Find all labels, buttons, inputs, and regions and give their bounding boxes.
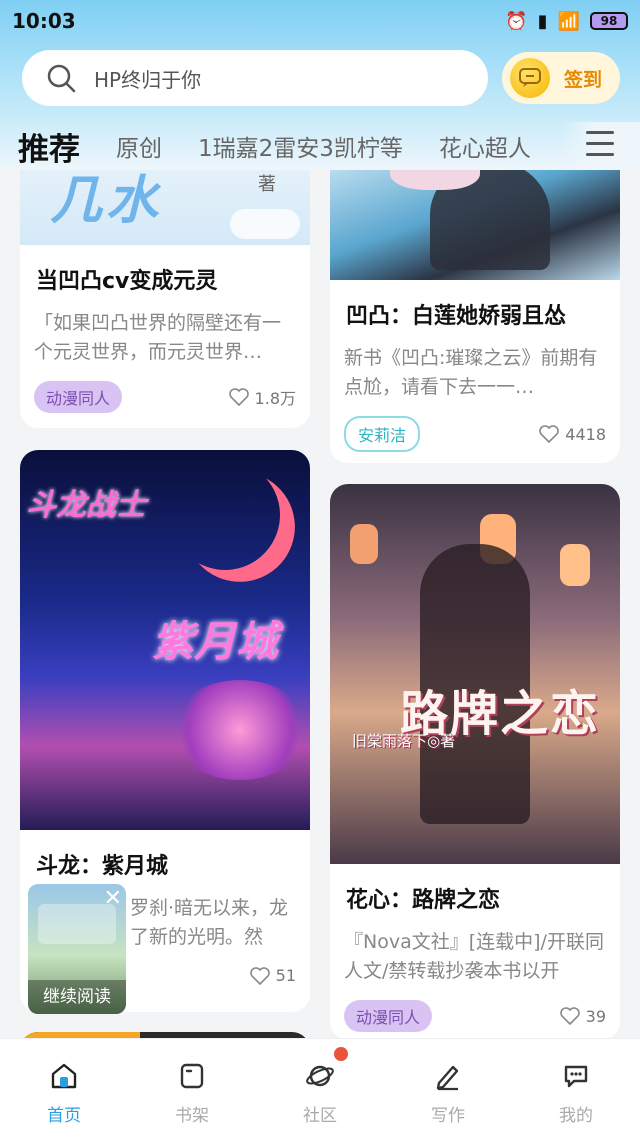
bookshelf-icon xyxy=(180,1063,204,1089)
continue-reading-widget[interactable]: ✕ 继续阅读 xyxy=(28,884,126,1014)
nav-bookshelf[interactable]: 书架 xyxy=(128,1039,256,1138)
book-desc: 『Nova文社』[连载中]/开联同人文/禁转载抄袭本书以开 xyxy=(344,931,604,982)
book-cover: 斗龙战士 紫月城 xyxy=(20,450,310,830)
likes[interactable]: 4418 xyxy=(539,425,606,444)
cover-subtitle: 旧棠雨落下◎著 xyxy=(352,732,456,750)
category-tabs: 推荐 原创 1瑞嘉2雷安3凯柠等 花心超人 xyxy=(0,122,640,170)
book-title: 斗龙：紫月城 xyxy=(36,854,169,879)
likes[interactable]: 51 xyxy=(249,966,296,985)
notification-badge xyxy=(334,1047,348,1061)
book-cover: 路牌之恋 旧棠雨落下◎著 xyxy=(330,484,620,864)
nav-home[interactable]: 首页 xyxy=(0,1039,128,1138)
signin-button[interactable]: 签到 xyxy=(502,52,620,104)
cover-text: 著 xyxy=(258,174,276,195)
book-title: 凹凸：白莲她娇弱且怂 xyxy=(346,304,567,329)
likes-count: 39 xyxy=(585,1006,606,1026)
status-bar: 10:03 ⏰ ▮ 📶 98 xyxy=(0,0,640,42)
nav-label: 我的 xyxy=(559,1106,593,1126)
heart-icon xyxy=(249,966,270,985)
likes[interactable]: 39 xyxy=(559,1006,606,1026)
book-desc: 新书《凹凸:璀璨之云》前期有点尬，请看下去一一… xyxy=(344,347,598,398)
status-time: 10:03 xyxy=(12,9,76,33)
heart-icon xyxy=(539,425,560,443)
search-placeholder: HP终归于你 xyxy=(94,67,202,92)
likes-count: 1.8万 xyxy=(254,389,296,408)
nav-label: 写作 xyxy=(431,1106,465,1126)
nav-write[interactable]: 写作 xyxy=(384,1039,512,1138)
signal-icon: ▮ xyxy=(537,10,548,32)
likes-count: 4418 xyxy=(565,424,606,444)
nav-community[interactable]: 社区 xyxy=(256,1039,384,1138)
book-title: 花心：路牌之恋 xyxy=(346,888,501,913)
likes[interactable]: 1.8万 xyxy=(228,385,296,409)
book-card[interactable]: 几水 著 当凹凸cv变成元灵 「如果凹凸世界的隔壁还有一个元灵世界，而元灵世界…… xyxy=(20,170,310,428)
book-cover: 几水 著 xyxy=(20,170,310,245)
alarm-icon: ⏰ xyxy=(505,10,528,32)
home-icon xyxy=(51,1063,77,1089)
book-tag[interactable]: 动漫同人 xyxy=(344,1000,433,1032)
nav-profile[interactable]: 我的 xyxy=(512,1039,640,1138)
close-icon[interactable]: ✕ xyxy=(104,886,122,911)
cover-text: 斗龙战士 xyxy=(26,488,146,523)
book-card[interactable]: 路牌之恋 旧棠雨落下◎著 花心：路牌之恋 『Nova文社』[连载中]/开联同人文… xyxy=(330,484,620,1038)
heart-icon xyxy=(559,1007,580,1025)
nav-label: 书架 xyxy=(175,1106,209,1126)
search-icon xyxy=(47,64,76,93)
tab-huaxin[interactable]: 花心超人 xyxy=(439,129,531,163)
tab-recommend[interactable]: 推荐 xyxy=(18,124,80,169)
book-title: 当凹凸cv变成元灵 xyxy=(36,269,218,294)
menu-icon[interactable] xyxy=(586,131,614,157)
coin-icon xyxy=(510,58,550,98)
book-tag[interactable]: 安莉洁 xyxy=(344,416,421,452)
continue-reading-label: 继续阅读 xyxy=(28,980,126,1014)
tab-ruijia[interactable]: 1瑞嘉2雷安3凯柠等 xyxy=(198,129,403,163)
battery-icon: 98 xyxy=(590,12,628,30)
book-desc: 「如果凹凸世界的隔壁还有一个元灵世界，而元灵世界… xyxy=(34,312,282,363)
wifi-icon: 📶 xyxy=(557,10,580,32)
status-icons: ⏰ ▮ 📶 98 xyxy=(505,11,628,32)
heart-icon xyxy=(228,388,249,406)
pen-icon xyxy=(436,1065,459,1091)
tab-original[interactable]: 原创 xyxy=(116,129,162,163)
nav-label: 首页 xyxy=(47,1106,81,1126)
nav-label: 社区 xyxy=(303,1106,337,1126)
cover-text: 紫月城 xyxy=(152,617,279,666)
book-cover xyxy=(330,170,620,280)
search-bar[interactable]: HP终归于你 xyxy=(22,50,488,106)
book-card[interactable]: 凹凸：白莲她娇弱且怂 新书《凹凸:璀璨之云》前期有点尬，请看下去一一… 安莉洁 … xyxy=(330,170,620,463)
planet-icon xyxy=(306,1065,334,1087)
bottom-nav: 首页 书架 社区 写作 我的 xyxy=(0,1038,640,1138)
likes-count: 51 xyxy=(275,966,296,985)
book-tag[interactable]: 动漫同人 xyxy=(34,381,123,413)
signin-label: 签到 xyxy=(564,68,603,91)
chat-icon xyxy=(564,1065,588,1088)
